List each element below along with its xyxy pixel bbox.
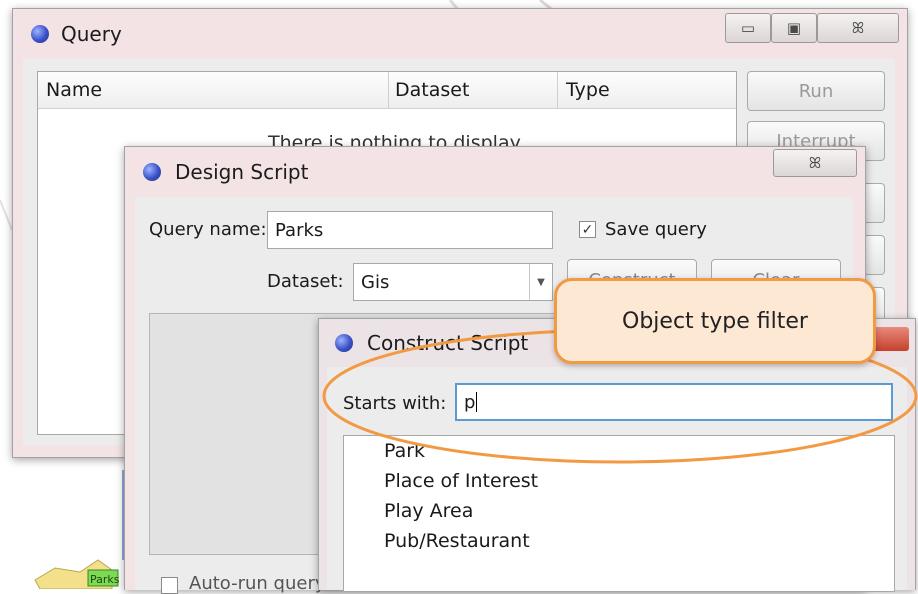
dropdown-arrow-icon: ▼ bbox=[529, 264, 552, 300]
column-header-type[interactable]: Type bbox=[558, 72, 736, 108]
dataset-select[interactable]: Gis ▼ bbox=[353, 263, 553, 301]
close-icon: ꕤ bbox=[808, 154, 822, 172]
query-name-input[interactable]: Parks bbox=[267, 211, 553, 249]
design-title: Design Script bbox=[175, 160, 309, 184]
results-table-header: Name Dataset Type bbox=[38, 72, 736, 109]
list-item-label: Park bbox=[384, 440, 426, 462]
save-query-label: Save query bbox=[605, 219, 707, 240]
starts-with-label: Starts with: bbox=[343, 393, 447, 414]
column-header-dataset[interactable]: Dataset bbox=[389, 72, 558, 108]
column-header-name-label: Name bbox=[46, 79, 103, 101]
list-item[interactable]: Park bbox=[384, 440, 425, 462]
checkmark-icon: ✓ bbox=[581, 221, 594, 238]
query-name-value: Parks bbox=[275, 219, 324, 241]
starts-with-value: p bbox=[464, 391, 476, 413]
construct-app-icon bbox=[335, 334, 353, 352]
list-item-label: Pub/Restaurant bbox=[384, 530, 530, 552]
close-icon: ꕤ bbox=[851, 19, 865, 37]
restore-button[interactable]: ▣ bbox=[771, 13, 817, 43]
column-header-dataset-label: Dataset bbox=[395, 79, 470, 101]
construct-client: Starts with: p Park Place of Interest Pl… bbox=[327, 367, 907, 592]
list-item[interactable]: Pub/Restaurant bbox=[384, 530, 530, 552]
save-query-checkbox[interactable]: ✓ bbox=[579, 221, 596, 238]
list-item[interactable]: Play Area bbox=[384, 500, 473, 522]
query-name-label: Query name: bbox=[149, 219, 267, 240]
list-item-label: Place of Interest bbox=[384, 470, 539, 492]
query-title: Query bbox=[61, 22, 122, 46]
dataset-value: Gis bbox=[361, 271, 390, 293]
run-button-label: Run bbox=[798, 80, 834, 102]
restore-icon: ▣ bbox=[786, 19, 802, 37]
callout-text: Object type filter bbox=[622, 308, 808, 334]
auto-run-label: Auto-run query bbox=[189, 573, 326, 594]
design-close-button[interactable]: ꕤ bbox=[773, 149, 857, 177]
column-header-type-label: Type bbox=[566, 79, 610, 101]
list-item[interactable]: Place of Interest bbox=[384, 470, 538, 492]
auto-run-checkbox[interactable] bbox=[161, 577, 178, 594]
dataset-label: Dataset: bbox=[267, 271, 344, 292]
callout-box: Object type filter bbox=[554, 278, 876, 364]
text-cursor bbox=[476, 392, 478, 412]
minimize-icon: ▭ bbox=[740, 19, 756, 37]
design-titlebar[interactable]: Design Script bbox=[125, 147, 865, 197]
column-header-name[interactable]: Name bbox=[38, 72, 389, 108]
minimize-button[interactable]: ▭ bbox=[725, 13, 771, 43]
list-item-label: Play Area bbox=[384, 500, 474, 522]
query-app-icon bbox=[31, 25, 49, 43]
object-type-list[interactable]: Park Place of Interest Play Area Pub/Res… bbox=[343, 435, 895, 592]
run-button[interactable]: Run bbox=[747, 71, 885, 111]
map-label: Parks bbox=[90, 573, 120, 586]
design-app-icon bbox=[143, 163, 161, 181]
starts-with-input[interactable]: p bbox=[455, 383, 893, 421]
construct-title: Construct Script bbox=[367, 331, 529, 355]
close-button[interactable]: ꕤ bbox=[817, 13, 899, 43]
